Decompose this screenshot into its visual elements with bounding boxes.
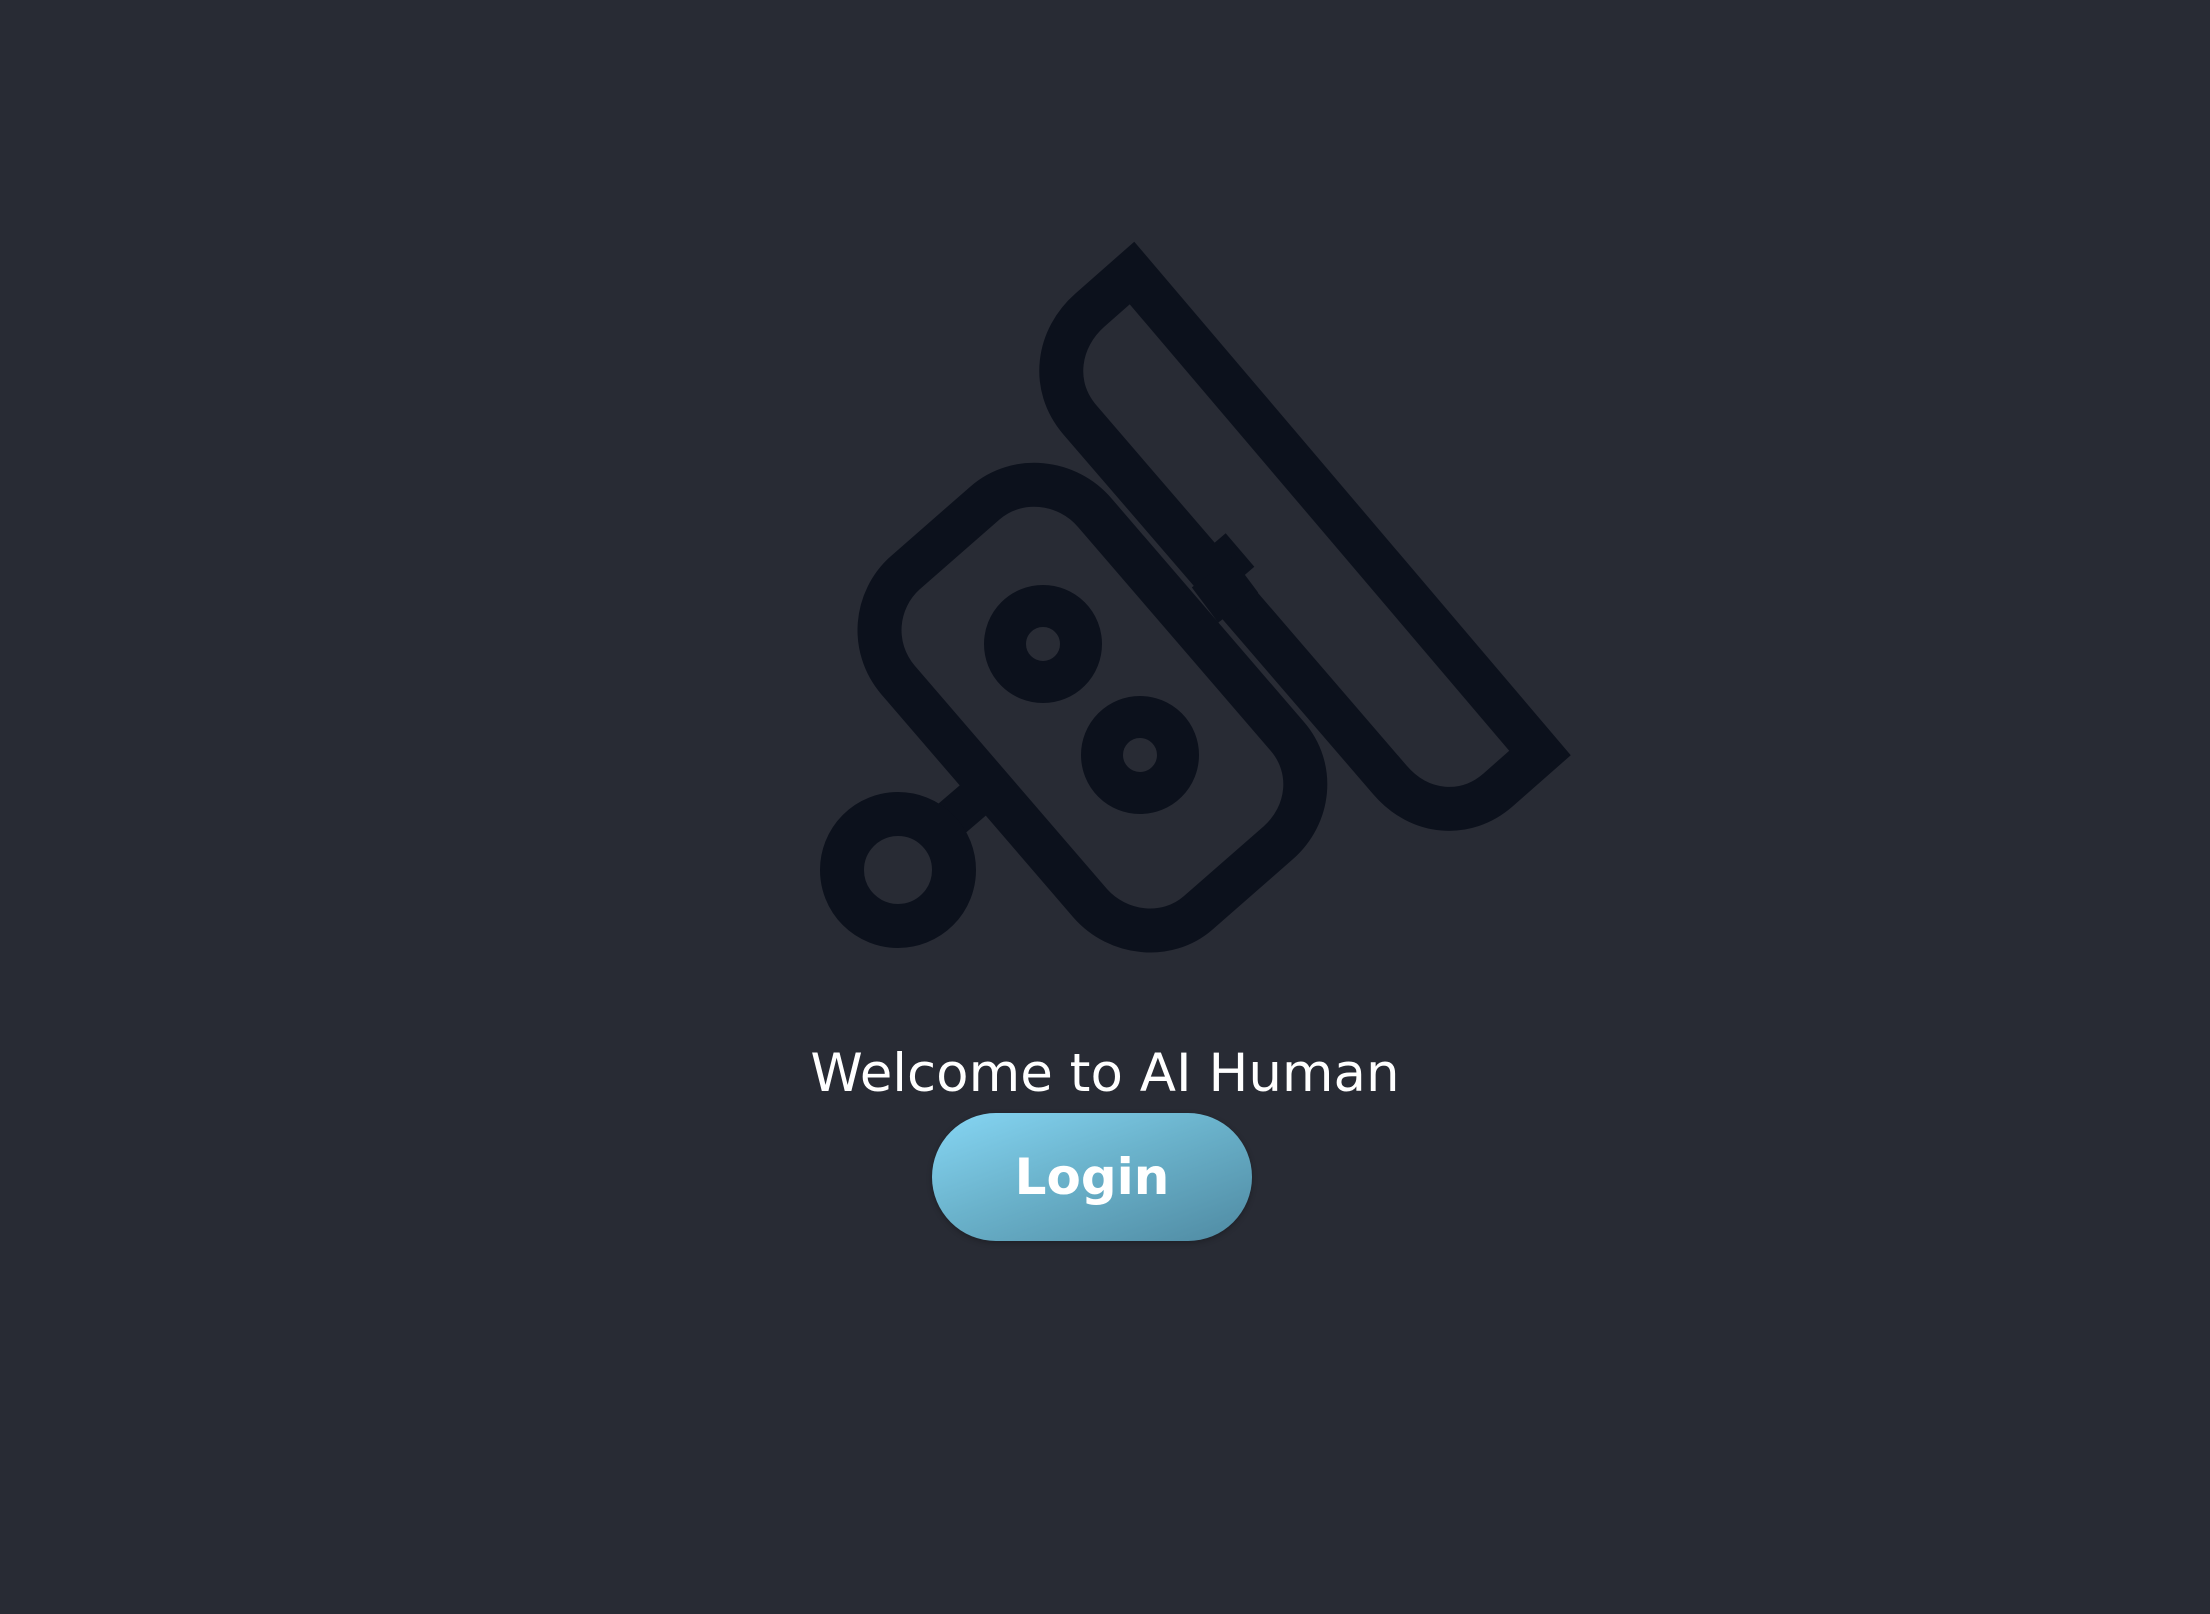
security-camera-icon: [820, 241, 1571, 953]
welcome-heading: Welcome to AI Human: [810, 1043, 1400, 1104]
login-button[interactable]: Login: [932, 1113, 1252, 1241]
logo: [0, 0, 2210, 1614]
